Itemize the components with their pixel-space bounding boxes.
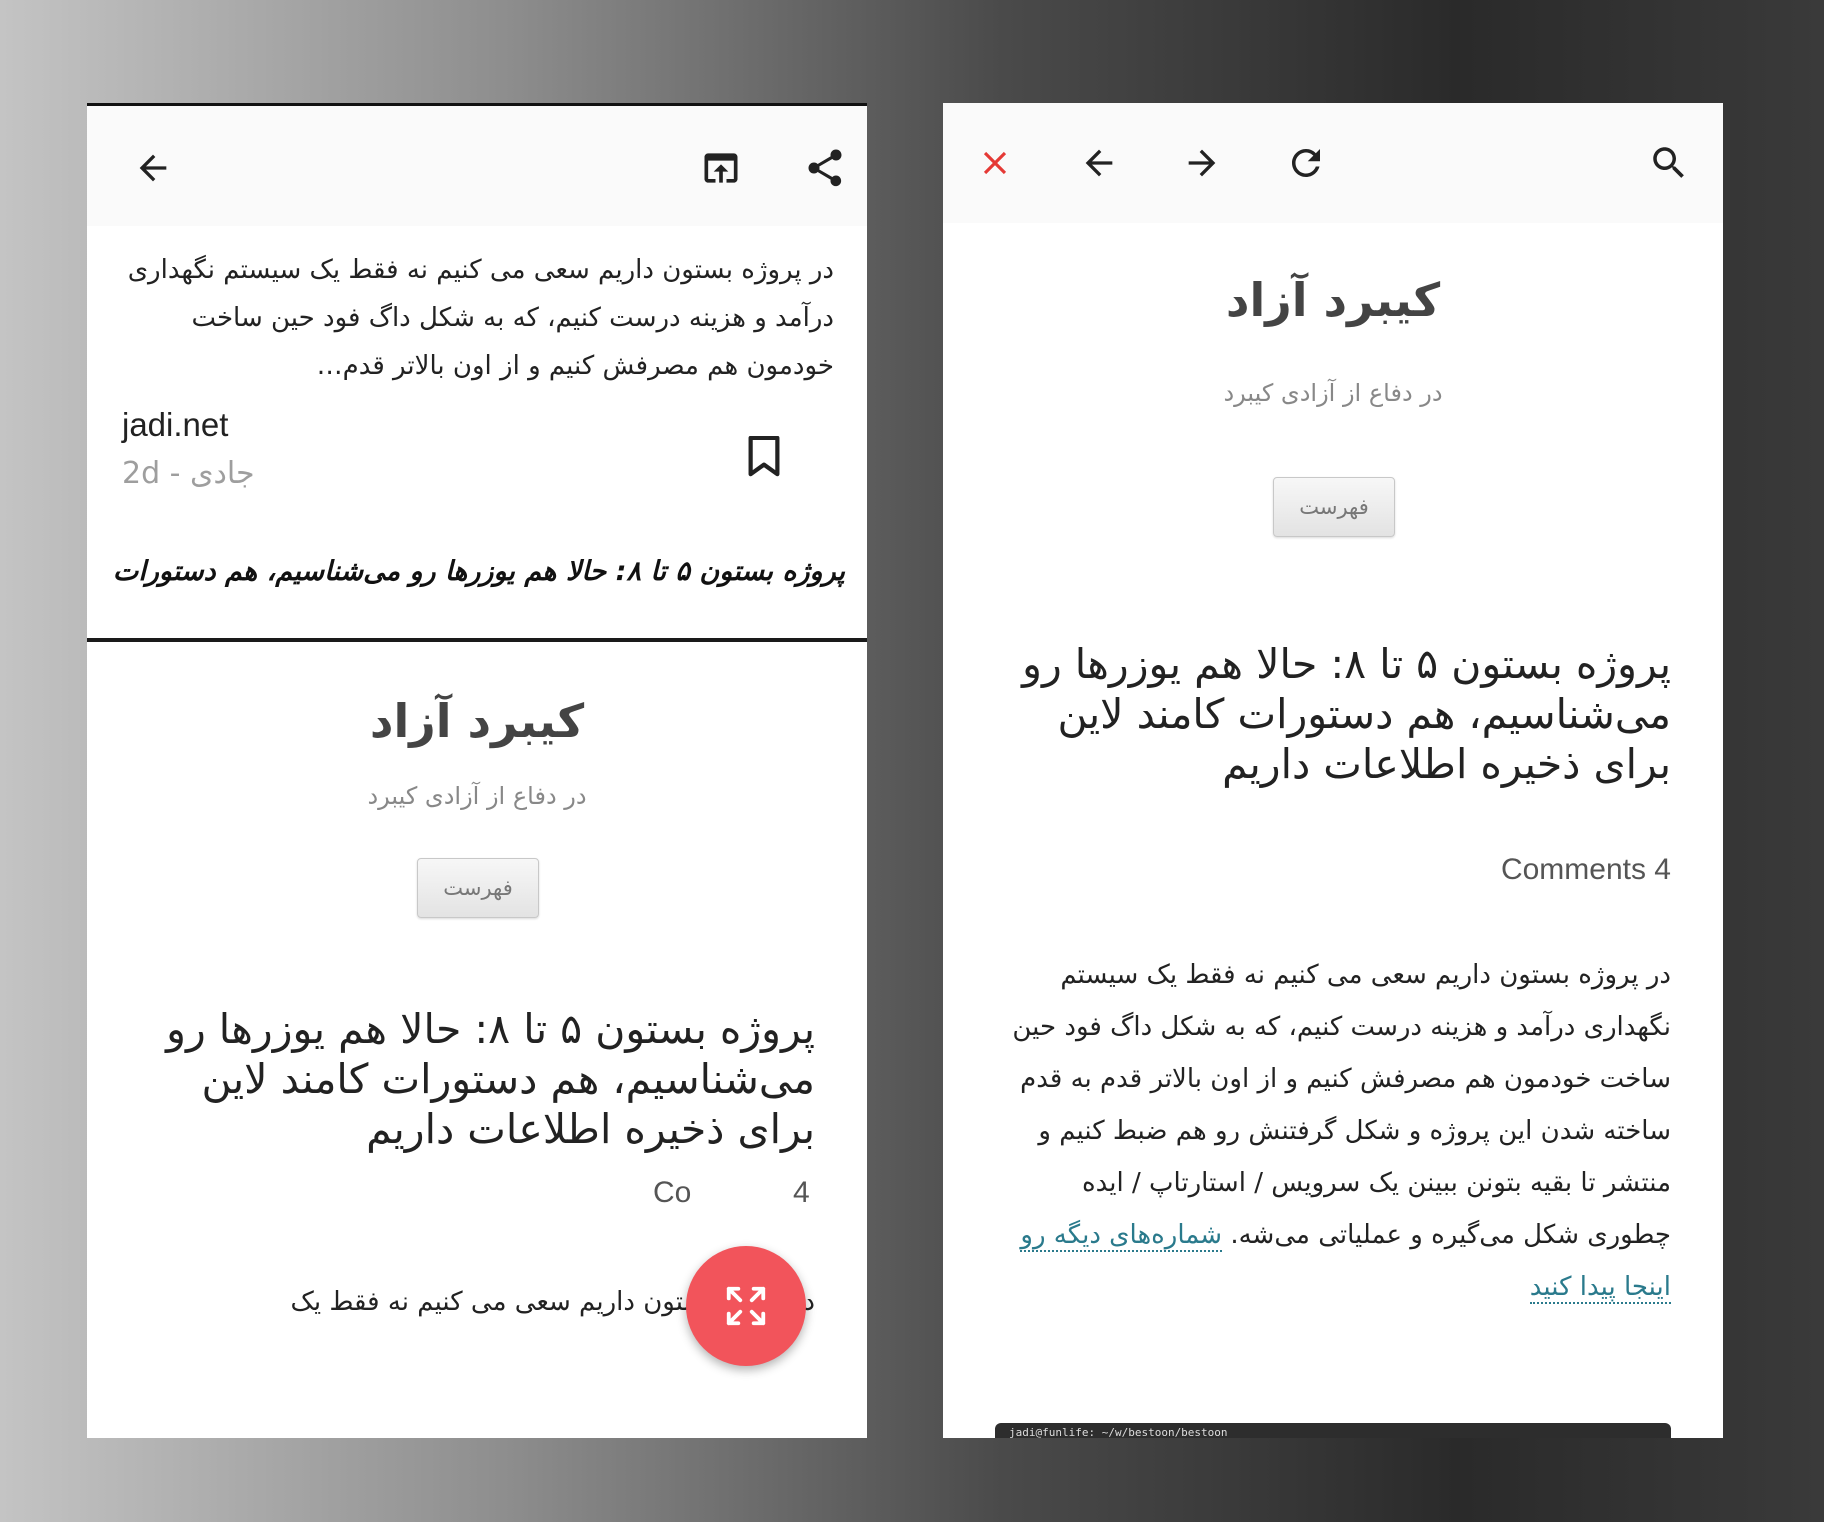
app-toolbar	[87, 106, 867, 226]
menu-button[interactable]: فهرست	[1273, 477, 1395, 537]
feed-item-meta: جادی - 2d	[122, 456, 255, 491]
arrow-back-icon[interactable]	[1069, 133, 1129, 193]
arrow-forward-icon[interactable]	[1172, 133, 1232, 193]
close-icon[interactable]	[965, 133, 1025, 193]
bookmark-icon[interactable]	[739, 432, 789, 482]
comments-count-end[interactable]: 4	[793, 1176, 810, 1210]
refresh-icon[interactable]	[1276, 133, 1336, 193]
fullscreen-icon	[726, 1286, 766, 1326]
feed-item-source: jadi.net	[122, 406, 229, 443]
site-tagline: در دفاع از آزادی کیبرد	[1223, 379, 1443, 407]
share-icon[interactable]	[795, 138, 855, 198]
browser-toolbar	[943, 103, 1723, 223]
post-body-text: در پروژه بستون داریم سعی می کنیم نه فقط …	[1012, 960, 1671, 1250]
post-title[interactable]: پروژه بستون ۵ تا ۸: حالا هم یوزرها رو می…	[1003, 639, 1671, 789]
menu-button[interactable]: فهرست	[417, 858, 539, 918]
post-title[interactable]: پروژه بستون ۵ تا ۸: حالا هم یوزرها رو می…	[147, 1004, 815, 1154]
comments-count[interactable]: Comments 4	[1501, 853, 1671, 887]
site-tagline: در دفاع از آزادی کیبرد	[367, 782, 587, 810]
open-in-browser-icon[interactable]	[691, 138, 751, 198]
fullscreen-button[interactable]	[686, 1246, 806, 1366]
arrow-back-icon[interactable]	[123, 138, 183, 198]
search-icon[interactable]	[1639, 133, 1699, 193]
feed-reader-screen: در پروژه بستون داریم سعی می کنیم نه فقط …	[87, 103, 867, 1438]
post-body: در پروژه بستون داریم سعی می کنیم نه فقط …	[1001, 949, 1671, 1313]
comments-count-start[interactable]: Co	[653, 1176, 691, 1210]
headline-ticker[interactable]: پروژه بستون ۵ تا ۸: حالا هم یوزرها رو می…	[113, 556, 845, 587]
in-app-browser-screen: کیبرد آزاد در دفاع از آزادی کیبرد فهرست …	[943, 103, 1723, 1438]
feed-item-excerpt[interactable]: در پروژه بستون داریم سعی می کنیم نه فقط …	[122, 246, 834, 390]
terminal-window-titlebar: jadi@funlife: ~/w/bestoon/bestoon	[995, 1423, 1671, 1438]
site-title[interactable]: کیبرد آزاد	[87, 694, 867, 748]
site-title[interactable]: کیبرد آزاد	[943, 273, 1723, 327]
